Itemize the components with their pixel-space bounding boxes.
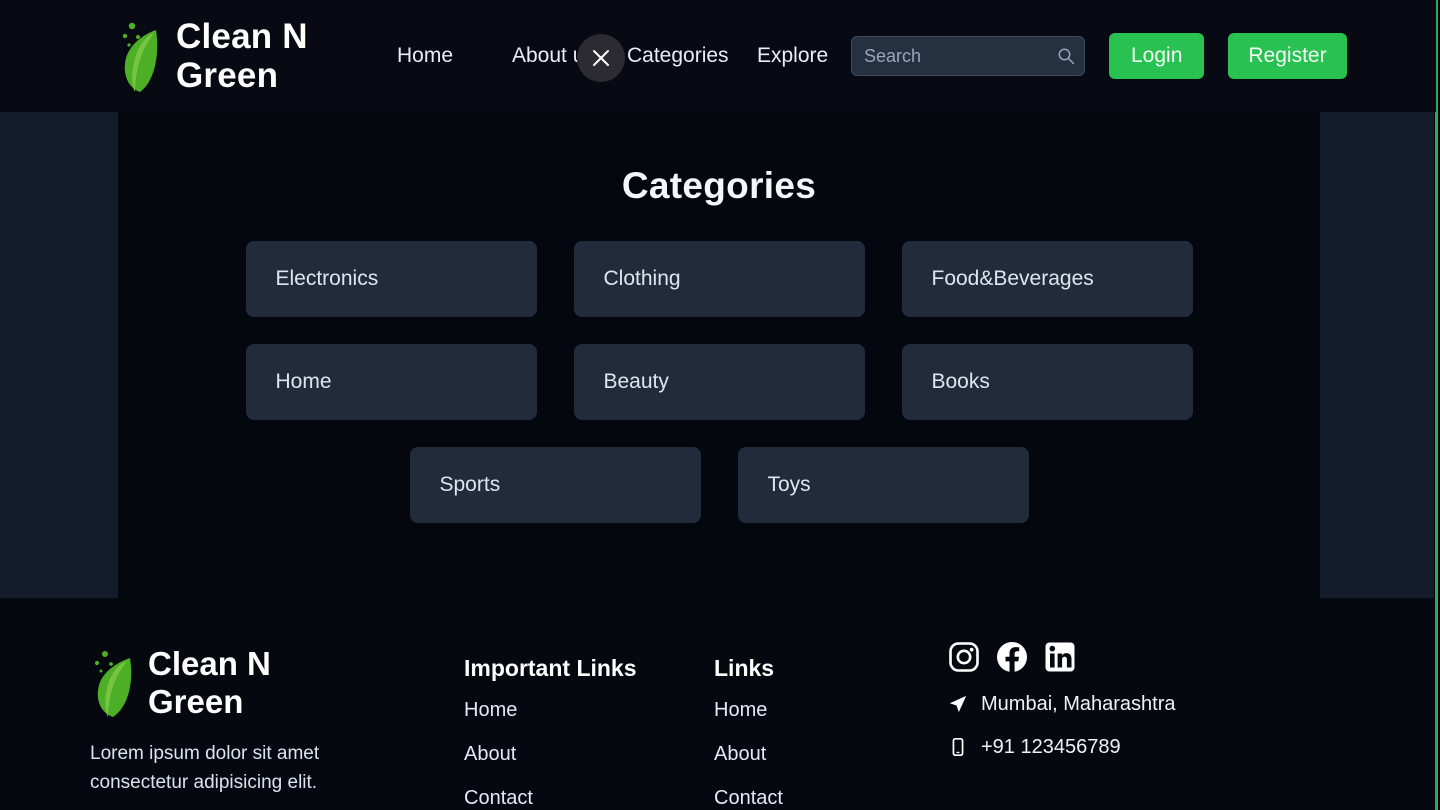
footer-column-title: Important Links [464, 655, 637, 681]
brand-logo[interactable]: Clean N Green [118, 16, 351, 96]
footer-link-home[interactable]: Home [714, 699, 783, 722]
mobile-phone-icon [948, 737, 968, 759]
categories-grid: Electronics Clothing Food&Beverages Home… [118, 241, 1320, 523]
footer-address-text: Mumbai, Maharashtra [981, 693, 1176, 715]
brand-name-line1: Clean N [176, 16, 308, 56]
page-scrollbar-thumb[interactable] [1435, 0, 1438, 810]
footer-link-contact[interactable]: Contact [464, 787, 637, 810]
footer-column-important-links: Important Links Home About Contact [464, 655, 637, 810]
category-card-toys[interactable]: Toys [737, 447, 1029, 523]
search-input[interactable] [851, 36, 1085, 76]
content-right-band [1320, 112, 1436, 598]
category-card-sports[interactable]: Sports [409, 447, 701, 523]
footer-column-links: Links Home About Contact [714, 655, 783, 810]
footer-link-about[interactable]: About [714, 743, 783, 766]
footer-link-contact[interactable]: Contact [714, 787, 783, 810]
categories-row: Sports Toys [409, 447, 1029, 523]
footer-phone-text: +91 123456789 [981, 736, 1121, 758]
login-button[interactable]: Login [1109, 33, 1205, 79]
location-arrow-icon [948, 694, 968, 716]
nav-links: Home About us Categories Explore [397, 0, 831, 112]
leaf-icon [90, 645, 136, 721]
navbar: Clean N Green Home About us Categories E… [0, 0, 1436, 112]
brand-name-line2: Green [176, 56, 279, 95]
brand-name: Clean N Green [176, 17, 351, 95]
page-title: Categories [621, 165, 817, 206]
page-scrollbar[interactable] [1434, 0, 1440, 810]
leaf-icon [118, 16, 162, 96]
footer-column-title: Links [714, 655, 775, 681]
nav-link-home[interactable]: Home [397, 43, 479, 69]
category-card-beauty[interactable]: Beauty [573, 344, 865, 420]
categories-section: Categories Electronics Clothing Food&Bev… [118, 112, 1320, 598]
footer-address-row: Mumbai, Maharashtra [948, 693, 1176, 716]
page-root: Clean N Green Home About us Categories E… [0, 0, 1440, 810]
category-card-clothing[interactable]: Clothing [573, 241, 865, 317]
footer-link-home[interactable]: Home [464, 699, 637, 722]
footer-socials [948, 641, 1176, 673]
facebook-icon[interactable] [996, 641, 1028, 673]
category-card-electronics[interactable]: Electronics [245, 241, 537, 317]
category-card-food-beverages[interactable]: Food&Beverages [901, 241, 1193, 317]
nav-link-categories[interactable]: Categories [627, 0, 731, 112]
search-container [851, 36, 1085, 76]
footer-tagline: Lorem ipsum dolor sit amet consectetur a… [90, 743, 320, 794]
category-card-books[interactable]: Books [901, 344, 1193, 420]
auth-buttons: Login Register [1109, 33, 1347, 79]
footer-brand-name: Clean N Green [148, 645, 308, 720]
register-button[interactable]: Register [1228, 33, 1347, 79]
footer-contact: Mumbai, Maharashtra +91 123456789 [948, 641, 1176, 759]
linkedin-icon[interactable] [1044, 641, 1076, 673]
category-card-home[interactable]: Home [245, 344, 537, 420]
footer-link-about[interactable]: About [464, 743, 637, 766]
footer-brand-line1: Clean N [148, 645, 271, 683]
nav-link-explore[interactable]: Explore [757, 0, 831, 112]
footer-phone-row: +91 123456789 [948, 736, 1176, 759]
categories-row: Home Beauty Books [245, 344, 1193, 420]
instagram-icon[interactable] [948, 641, 980, 673]
footer-brand: Clean N Green Lorem ipsum dolor sit amet… [90, 645, 420, 798]
categories-row: Electronics Clothing Food&Beverages [245, 241, 1193, 317]
footer: Clean N Green Lorem ipsum dolor sit amet… [0, 598, 1436, 810]
footer-brand-line2: Green [148, 683, 244, 720]
content-left-band [0, 112, 118, 598]
close-icon[interactable] [577, 34, 625, 82]
